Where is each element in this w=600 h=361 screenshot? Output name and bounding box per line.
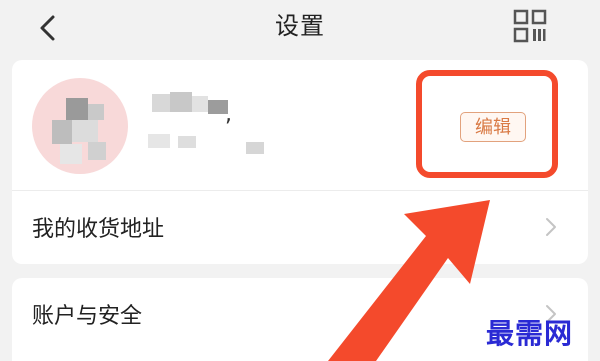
header-bar: 设置: [0, 0, 600, 54]
chevron-right-icon: [546, 218, 556, 236]
nickname-comma: ,: [225, 102, 232, 127]
menu-item-shipping-address[interactable]: 我的收货地址: [12, 190, 588, 264]
menu-item-label: 账户与安全: [32, 304, 143, 329]
qr-code-icon: [513, 9, 547, 43]
avatar[interactable]: [32, 78, 128, 174]
edit-profile-button[interactable]: 编辑: [460, 112, 526, 142]
qr-code-button[interactable]: [510, 6, 550, 46]
blurred-nickname: [138, 90, 358, 160]
menu-item-label: 我的收货地址: [32, 217, 165, 242]
watermark-logo: 最需网: [486, 317, 574, 350]
